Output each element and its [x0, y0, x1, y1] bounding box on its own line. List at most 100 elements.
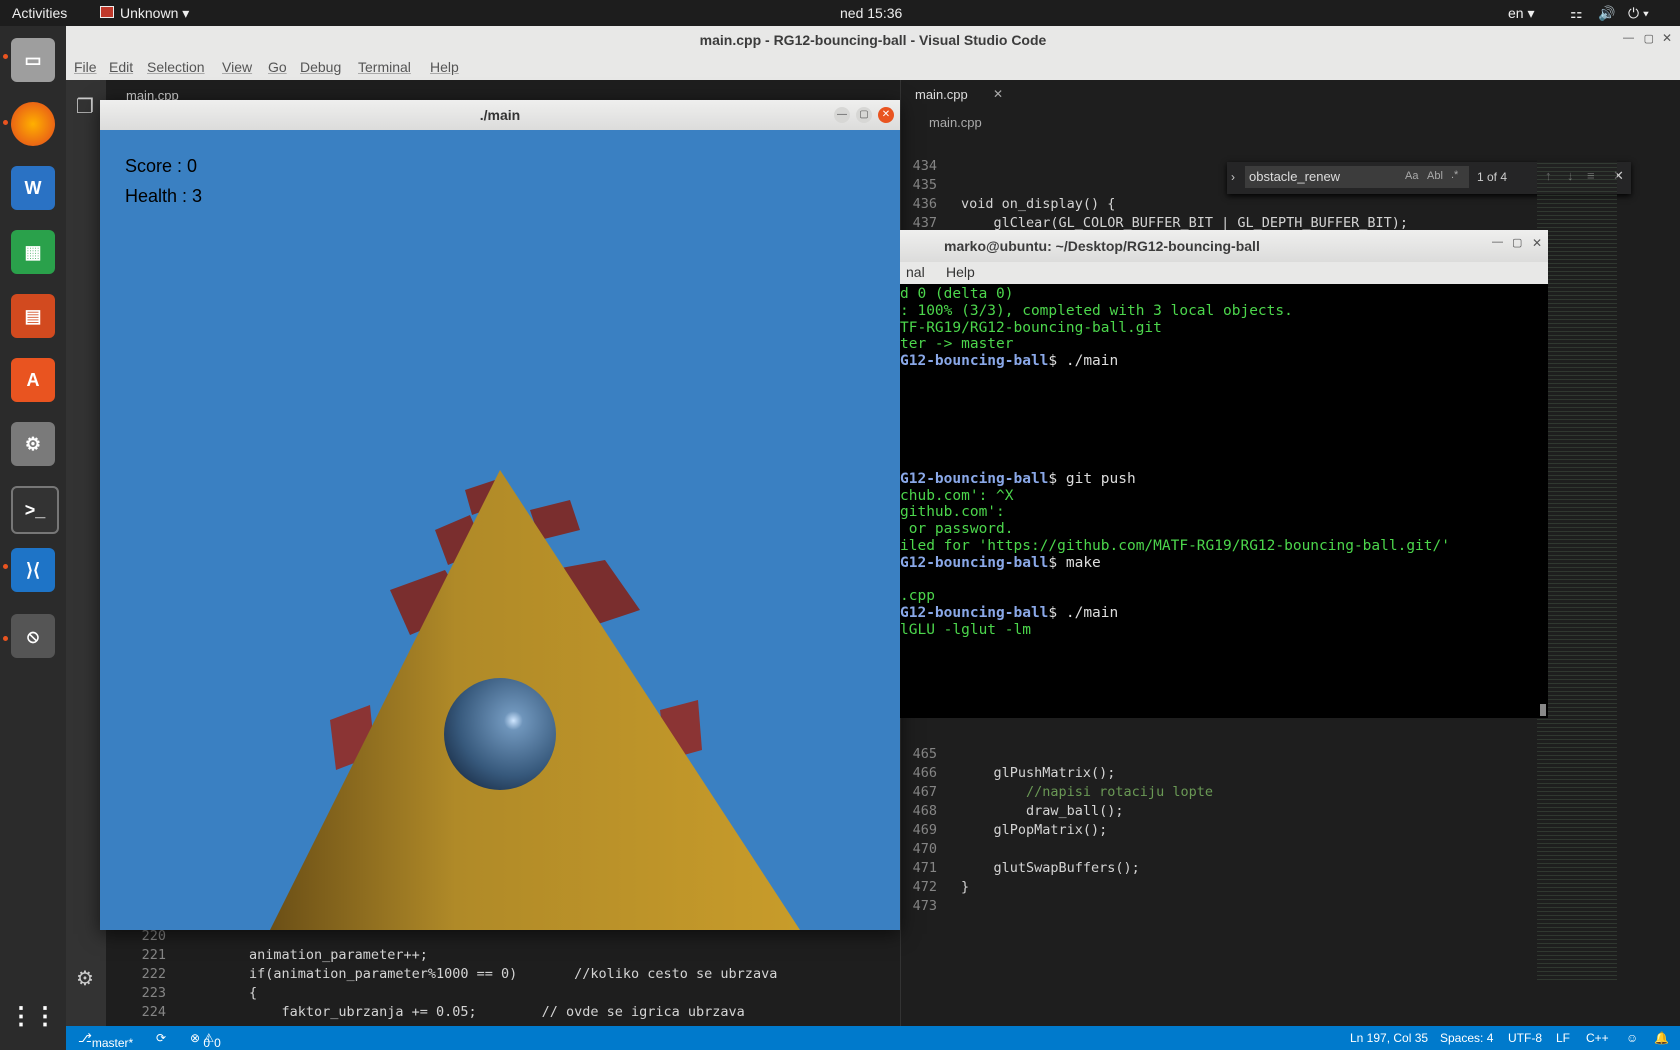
terminal-prompt-line: G12-bouncing-ball$ make [900, 555, 1101, 571]
feedback-icon[interactable]: ☺ [1626, 1031, 1638, 1045]
vscode-icon[interactable]: ⟩⟨ [11, 548, 55, 592]
maximize-button[interactable]: ▢ [1644, 32, 1654, 45]
code-line: { [184, 985, 258, 1001]
terminal-line: d 0 (delta 0) [900, 286, 1014, 302]
toggle-replace-icon[interactable]: › [1231, 170, 1235, 184]
impress-icon[interactable]: ▤ [11, 294, 55, 338]
terminal-prompt-line: G12-bouncing-ball$ ./main [900, 605, 1118, 621]
unknown-app-icon[interactable]: ⦸ [11, 614, 55, 658]
writer-icon[interactable]: W [11, 166, 55, 210]
minimize-button[interactable]: — [1623, 32, 1634, 44]
maximize-button[interactable]: ▢ [1512, 236, 1522, 249]
menu-view[interactable]: View [222, 59, 252, 75]
language-indicator[interactable]: en ▾ [1508, 5, 1535, 22]
indentation[interactable]: Spaces: 4 [1440, 1031, 1493, 1045]
prompt-path: G12-bouncing-ball [900, 554, 1049, 571]
app-menu[interactable]: Unknown ▾ [100, 5, 189, 22]
running-indicator [3, 564, 8, 569]
terminal-line: chub.com': ^X [900, 487, 1014, 504]
prompt-command: $ ./main [1048, 353, 1119, 370]
menu-selection[interactable]: Selection [147, 59, 205, 75]
code-line: draw_ball(); [961, 803, 1124, 819]
line-number: 465 [912, 746, 937, 762]
branch-indicator[interactable]: ⎇ master* [78, 1031, 133, 1050]
calc-icon[interactable]: ▦ [11, 230, 55, 274]
close-button[interactable]: ✕ [878, 107, 894, 123]
encoding[interactable]: UTF-8 [1508, 1031, 1542, 1045]
code-line: void on_display() { [961, 196, 1116, 212]
terminal-line: iled for 'https://github.com/MATF-RG19/R… [900, 538, 1450, 554]
menu-terminal[interactable]: nal [906, 264, 925, 280]
sync-icon[interactable]: ⟳ [156, 1031, 166, 1045]
code-line: glPushMatrix(); [961, 765, 1116, 781]
terminal-window[interactable]: marko@ubuntu: ~/Desktop/RG12-bouncing-ba… [900, 230, 1548, 718]
close-button[interactable]: ✕ [1532, 236, 1542, 250]
software-center-icon[interactable]: A [11, 358, 55, 402]
menu-help[interactable]: Help [946, 264, 975, 280]
line-number: 437 [912, 215, 937, 231]
vscode-title: main.cpp - RG12-bouncing-ball - Visual S… [66, 26, 1680, 54]
network-icon[interactable]: ⚏ [1570, 5, 1583, 22]
terminal-output[interactable]: d 0 (delta 0): 100% (3/3), completed wit… [900, 286, 1540, 716]
gl-window[interactable]: ./main — ▢ ✕ Score : 0 Health : 3 [100, 100, 900, 930]
line-number: 473 [912, 898, 937, 914]
regex-toggle[interactable]: .* [1451, 169, 1458, 181]
problems-indicator[interactable]: ⊗ 0 ⚠ 0 [190, 1031, 221, 1050]
menu-go[interactable]: Go [268, 59, 287, 75]
manage-gear-icon[interactable]: ⚙ [76, 966, 94, 991]
terminal-line: or password. [900, 521, 1014, 538]
running-indicator [3, 120, 8, 125]
notifications-icon[interactable]: 🔔 [1654, 1031, 1669, 1045]
close-button[interactable]: ✕ [1662, 31, 1672, 45]
minimize-button[interactable]: — [834, 107, 850, 123]
whole-word-toggle[interactable]: Abl [1427, 170, 1443, 182]
menu-file[interactable]: File [74, 59, 97, 75]
match-case-toggle[interactable]: Aa [1405, 170, 1418, 182]
line-number: 466 [912, 765, 937, 781]
menu-help[interactable]: Help [430, 59, 459, 75]
menu-edit[interactable]: Edit [109, 59, 133, 75]
code-line: animation_parameter++; [184, 947, 428, 963]
eol[interactable]: LF [1556, 1031, 1570, 1045]
dock: ▭ W ▦ ▤ A ⚙ >_ ⟩⟨ ⦸ ⋮⋮ [0, 26, 66, 1050]
line-number: 470 [912, 841, 937, 857]
language-mode[interactable]: C++ [1586, 1031, 1609, 1045]
menu-debug[interactable]: Debug [300, 59, 341, 75]
close-tab-icon[interactable]: ✕ [993, 87, 1003, 101]
volume-icon[interactable]: 🔊 [1598, 5, 1615, 22]
prompt-command: $ git push [1048, 470, 1136, 487]
explorer-icon[interactable]: ❐ [76, 94, 94, 119]
code-line: faktor_ubrzanja += 0.05; // ovde se igri… [184, 1004, 745, 1020]
line-number: 469 [912, 822, 937, 838]
running-indicator [3, 54, 8, 59]
firefox-icon[interactable] [11, 102, 55, 146]
breadcrumb[interactable]: main.cpp [929, 115, 982, 130]
find-input[interactable]: obstacle_renew Aa Abl .* [1245, 166, 1469, 188]
cursor-position[interactable]: Ln 197, Col 35 [1350, 1031, 1428, 1045]
files-icon[interactable]: ▭ [11, 38, 55, 82]
right-editor-tab[interactable]: main.cpp ✕ [901, 80, 1011, 110]
maximize-button[interactable]: ▢ [856, 107, 872, 123]
prompt-command: $ make [1048, 554, 1101, 571]
minimize-button[interactable]: — [1492, 236, 1503, 248]
game-scene [270, 470, 800, 930]
status-bar: ⎇ master* ⟳ ⊗ 0 ⚠ 0 Ln 197, Col 35 Space… [66, 1026, 1680, 1050]
line-number: 222 [141, 966, 166, 982]
scrollbar[interactable] [1540, 704, 1546, 716]
terminal-line: github.com': [900, 504, 1005, 521]
code-line: //napisi rotaciju lopte [961, 784, 1213, 800]
prompt-path: G12-bouncing-ball [900, 470, 1049, 487]
line-number: 435 [912, 177, 937, 193]
gl-window-title: ./main [100, 100, 900, 130]
terminal-icon[interactable]: >_ [11, 486, 59, 534]
minimap[interactable] [1537, 160, 1617, 980]
activities-button[interactable]: Activities [12, 5, 67, 21]
clock[interactable]: ned 15:36 [840, 5, 902, 21]
menu-terminal[interactable]: Terminal [358, 59, 411, 75]
code-line: glPopMatrix(); [961, 822, 1108, 838]
power-icon[interactable]: ⏻ ▾ [1628, 5, 1649, 22]
terminal-line: TF-RG19/RG12-bouncing-ball.git [900, 319, 1162, 336]
settings-icon[interactable]: ⚙ [11, 422, 55, 466]
code-line: if(animation_parameter%1000 == 0) //koli… [184, 966, 778, 982]
show-apps-icon[interactable]: ⋮⋮ [9, 994, 57, 1038]
